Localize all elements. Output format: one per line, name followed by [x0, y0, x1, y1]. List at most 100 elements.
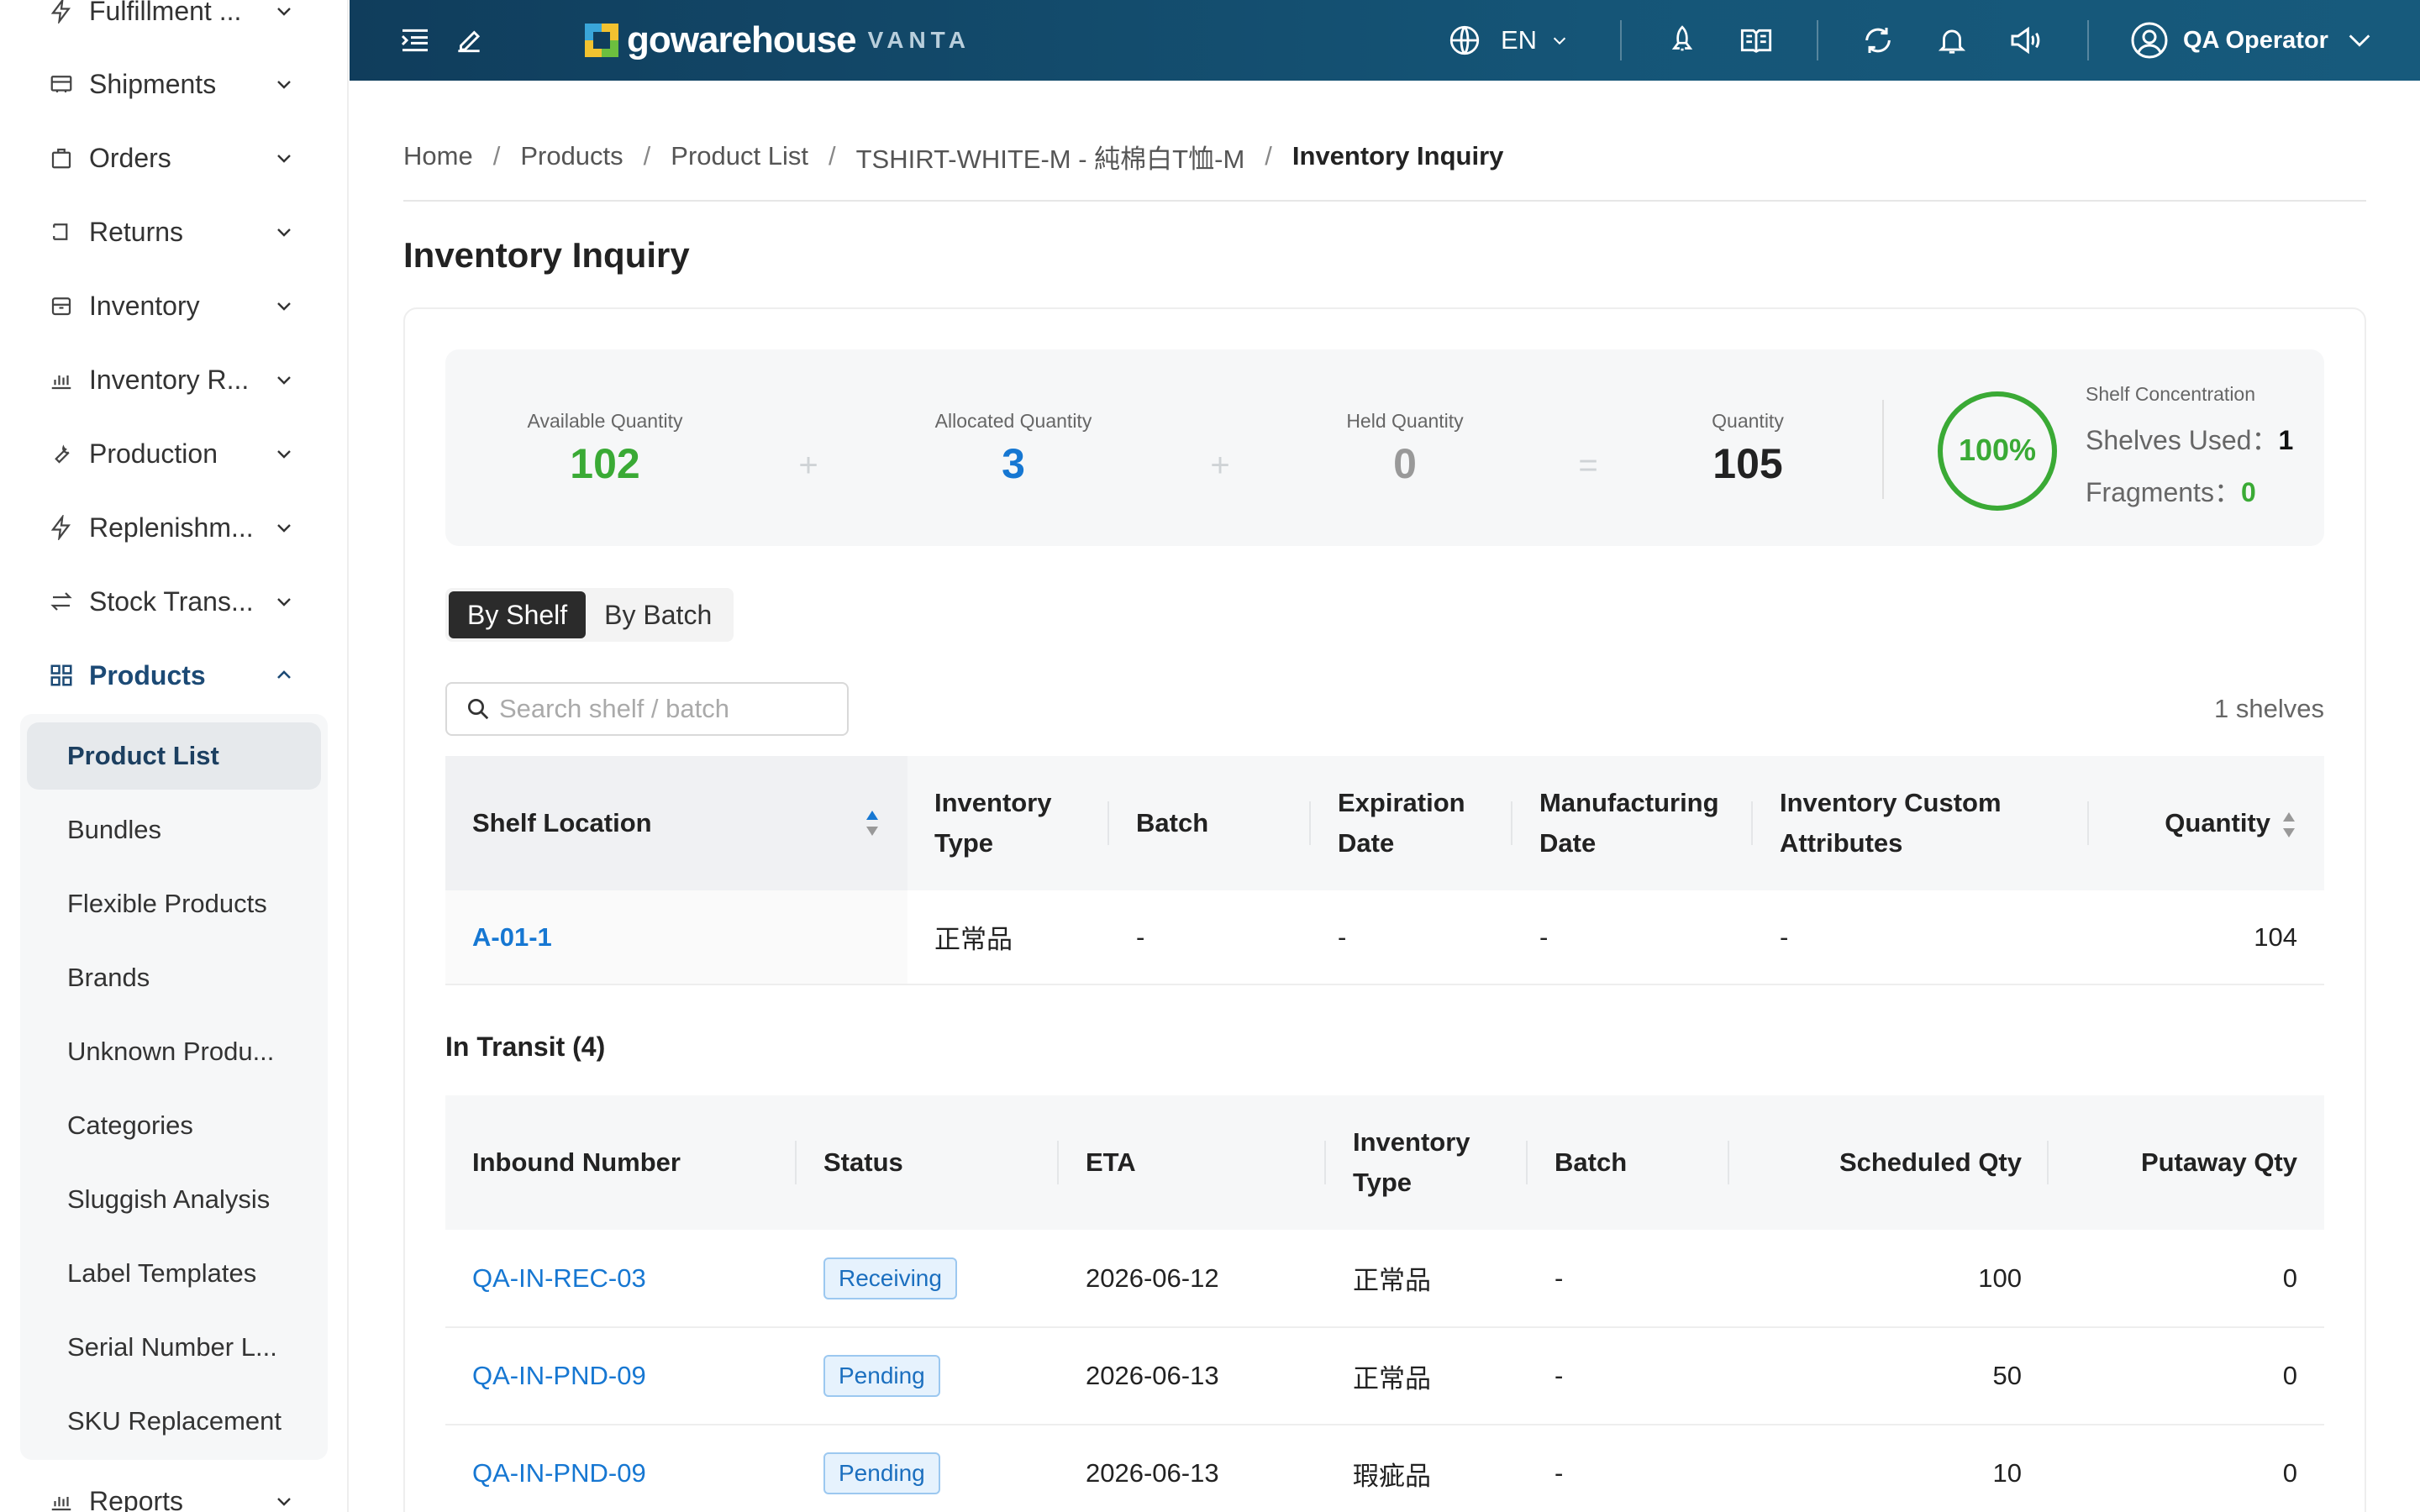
sidebar-item-inventory[interactable]: Inventory: [0, 276, 349, 335]
sidebar-subitem-product-list[interactable]: Product List: [27, 722, 321, 790]
breadcrumb-product-list[interactable]: Product List: [671, 141, 808, 171]
edit-icon[interactable]: [449, 20, 489, 60]
column-label: Inventory Type: [1353, 1127, 1470, 1197]
breadcrumb-separator: /: [643, 141, 651, 171]
fragments-label: Fragments：: [2086, 477, 2241, 507]
allocated-quantity-label: Allocated Quantity: [934, 410, 1092, 432]
column-label: Inbound Number: [472, 1147, 681, 1177]
column-shelf-location[interactable]: Shelf Location: [445, 756, 908, 890]
sort-icon[interactable]: [864, 808, 881, 850]
sidebar-subitem-sku-replacement[interactable]: SKU Replacement: [27, 1388, 321, 1455]
column-quantity[interactable]: Quantity: [2089, 756, 2324, 890]
shelf-concentration-details: Shelf Concentration Shelves Used：1 Fragm…: [2086, 383, 2293, 510]
app-logo[interactable]: gowarehouse VANTA: [583, 18, 971, 62]
sidebar-item-label: Replenishm...: [89, 512, 254, 543]
table-row: QA-IN-PND-09 Pending 2026-06-13 瑕疵品 - 10…: [445, 1425, 2324, 1512]
chevron-down-icon: [271, 71, 297, 97]
language-selector[interactable]: EN: [1447, 20, 1569, 60]
sidebar-subitem-bundles[interactable]: Bundles: [27, 796, 321, 864]
language-label: EN: [1501, 25, 1538, 55]
sort-icon[interactable]: [2281, 810, 2297, 840]
refresh-icon[interactable]: [1858, 20, 1898, 60]
sidebar-item-replenishment[interactable]: Replenishm...: [0, 498, 349, 557]
shelf-table: Shelf Location Inventory Type Batch Expi…: [445, 756, 2324, 985]
divider: [403, 200, 2366, 202]
inventory-summary: Available Quantity 102 + Allocated Quant…: [445, 349, 2324, 546]
sidebar-item-label: Returns: [89, 216, 184, 247]
sidebar-item-orders[interactable]: Orders: [0, 129, 349, 187]
sidebar-subitem-serial-number[interactable]: Serial Number L...: [27, 1314, 321, 1381]
logo-text: gowarehouse: [627, 19, 857, 60]
sidebar-item-shipments[interactable]: Shipments: [0, 55, 349, 113]
putaway-qty-cell: 0: [2049, 1230, 2324, 1328]
eta-cell: 2026-06-13: [1059, 1425, 1326, 1512]
available-quantity-value: 102: [570, 440, 640, 487]
manufacturing-date-cell: -: [1512, 890, 1753, 985]
sidebar-item-inventory-reports[interactable]: Inventory R...: [0, 350, 349, 409]
rocket-icon[interactable]: [1662, 20, 1702, 60]
column-batch: Batch: [1528, 1095, 1729, 1230]
inbound-number-link[interactable]: QA-IN-PND-09: [472, 1361, 646, 1390]
table-header-row: Inbound Number Status ETA Inventory Type…: [445, 1095, 2324, 1230]
sidebar-subitem-categories[interactable]: Categories: [27, 1092, 321, 1159]
sidebar-subitem-brands[interactable]: Brands: [27, 944, 321, 1011]
shelf-location-link[interactable]: A-01-1: [472, 922, 552, 952]
quantity-cell: 104: [2089, 890, 2324, 985]
sidebar-item-reports[interactable]: Reports: [0, 1472, 349, 1512]
bell-icon[interactable]: [1932, 20, 1972, 60]
chevron-down-icon: [1553, 37, 1566, 45]
sidebar-subitem-label-templates[interactable]: Label Templates: [27, 1240, 321, 1307]
grid-icon: [47, 661, 76, 690]
chevron-down-icon: [271, 367, 297, 392]
in-transit-title: In Transit (4): [445, 1032, 606, 1062]
truck-icon: [47, 70, 76, 98]
column-batch: Batch: [1109, 756, 1311, 890]
book-icon[interactable]: [1736, 20, 1776, 60]
chevron-down-icon: [2349, 34, 2370, 47]
sidebar-subitem-unknown-products[interactable]: Unknown Produ...: [27, 1018, 321, 1085]
column-label: Status: [823, 1147, 903, 1177]
megaphone-icon[interactable]: [2005, 20, 2045, 60]
chevron-down-icon: [271, 515, 297, 540]
inbound-number-link[interactable]: QA-IN-REC-03: [472, 1263, 646, 1293]
expiration-date-cell: -: [1311, 890, 1512, 985]
shelf-concentration-ring: 100%: [1938, 391, 2057, 511]
sidebar-subitem-flexible-products[interactable]: Flexible Products: [27, 870, 321, 937]
column-label: ETA: [1086, 1147, 1136, 1177]
putaway-qty-cell: 0: [2049, 1425, 2324, 1512]
status-badge: Receiving: [823, 1257, 957, 1299]
sidebar-item-label: Fulfillment ...: [89, 0, 242, 26]
top-header: gowarehouse VANTA EN QA Operator: [350, 0, 2420, 81]
tab-by-shelf[interactable]: By Shelf: [449, 591, 587, 638]
user-menu[interactable]: QA Operator: [2129, 18, 2374, 62]
sidebar-item-stock-transfer[interactable]: Stock Trans...: [0, 572, 349, 631]
inventory-type-cell: 正常品: [908, 890, 1109, 985]
bar-chart-icon: [47, 1487, 76, 1512]
inbound-number-link[interactable]: QA-IN-PND-09: [472, 1458, 646, 1488]
chevron-down-icon: [271, 1488, 297, 1512]
sidebar-item-fulfillment[interactable]: Fulfillment ...: [0, 0, 349, 40]
return-icon: [47, 218, 76, 246]
breadcrumb-home[interactable]: Home: [403, 141, 473, 171]
sidebar-item-returns[interactable]: Returns: [0, 202, 349, 261]
sidebar-subitem-sluggish-analysis[interactable]: Sluggish Analysis: [27, 1166, 321, 1233]
search-input[interactable]: [499, 694, 835, 724]
tab-by-batch[interactable]: By Batch: [586, 591, 730, 638]
breadcrumb-product[interactable]: TSHIRT-WHITE-M - 純棉白T恤-M: [856, 138, 1245, 176]
column-label: Inventory Type: [934, 788, 1052, 858]
menu-toggle-icon[interactable]: [395, 20, 435, 60]
batch-cell: -: [1528, 1425, 1729, 1512]
equals-sign: =: [1578, 447, 1598, 484]
table-row: QA-IN-PND-09 Pending 2026-06-13 正常品 - 50…: [445, 1327, 2324, 1425]
column-label: Quantity: [2165, 808, 2270, 837]
allocated-quantity-value: 3: [1002, 440, 1025, 487]
breadcrumb-products[interactable]: Products: [520, 141, 623, 171]
custom-attributes-cell: -: [1753, 890, 2089, 985]
header-divider: [1817, 20, 1818, 60]
sidebar-item-products[interactable]: Products: [0, 646, 349, 705]
inbound-number-cell: QA-IN-PND-09: [445, 1327, 797, 1425]
sidebar-item-production[interactable]: Production: [0, 424, 349, 483]
column-label: Shelf Location: [472, 808, 652, 837]
status-cell: Pending: [797, 1327, 1059, 1425]
total-quantity-label: Quantity: [1712, 410, 1784, 432]
